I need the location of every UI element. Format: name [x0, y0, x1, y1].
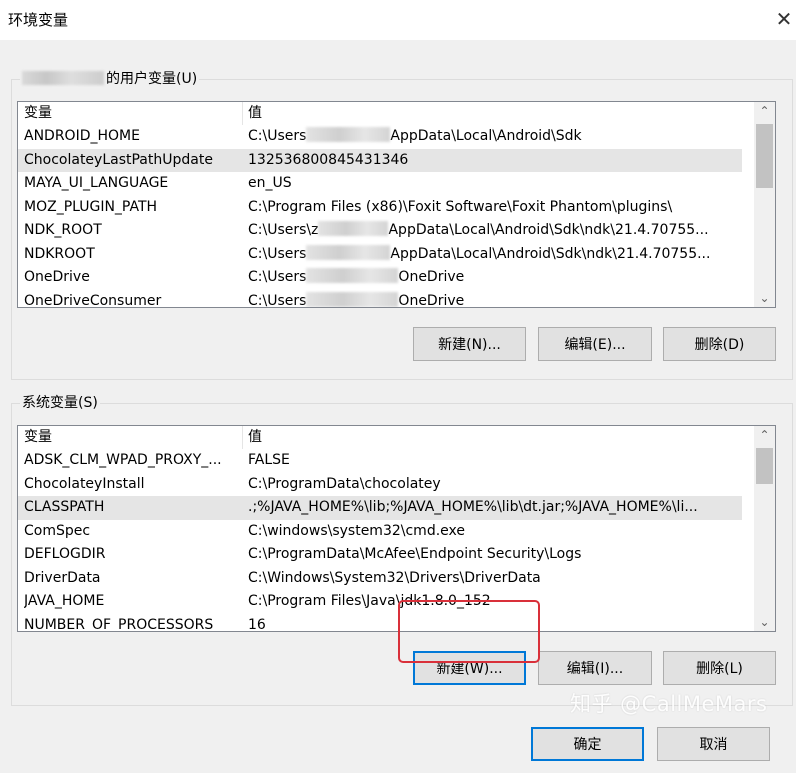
ok-button[interactable]: 确定 [531, 727, 644, 761]
var-name: CLASSPATH [24, 499, 105, 515]
list-header: 变量 值 [18, 426, 742, 449]
table-row[interactable]: MAYA_UI_LANGUAGE en_US [18, 172, 742, 196]
var-value: C:\ProgramData\chocolatey [248, 475, 441, 492]
table-row[interactable]: DEFLOGDIR C:\ProgramData\McAfee\Endpoint… [18, 543, 742, 567]
table-row[interactable]: OneDriveConsumer C:\Users OneDrive [18, 290, 742, 308]
var-value: C:\ProgramData\McAfee\Endpoint Security\… [248, 546, 582, 562]
var-name: NDK_ROOT [24, 222, 102, 238]
user-variables-label: 的用户变量(U) [20, 69, 200, 89]
redacted-text [318, 221, 389, 236]
table-row[interactable]: DriverData C:\Windows\System32\Drivers\D… [18, 567, 742, 591]
var-name: MAYA_UI_LANGUAGE [24, 175, 169, 191]
var-value: 132536800845431346 [248, 151, 409, 168]
var-name: ANDROID_HOME [24, 128, 140, 144]
var-value: C:\Windows\System32\Drivers\DriverData [248, 569, 541, 586]
table-row[interactable]: ChocolateyInstall C:\ProgramData\chocola… [18, 473, 742, 497]
window-title: 环境变量 [8, 11, 69, 29]
var-name: DEFLOGDIR [24, 546, 106, 562]
redacted-text [306, 268, 399, 283]
scroll-up-icon[interactable]: ⌃ [754, 426, 775, 444]
var-value: C:\Users\z AppData\Local\Android\Sdk\ndk\… [248, 221, 709, 238]
table-row[interactable]: ComSpec C:\windows\system32\cmd.exe [18, 520, 742, 544]
system-new-button[interactable]: 新建(W)... [413, 651, 526, 685]
var-name: ADSK_CLM_WPAD_PROXY_... [24, 452, 222, 468]
user-new-button[interactable]: 新建(N)... [413, 327, 526, 361]
system-variables-label: 系统变量(S) [20, 393, 100, 413]
var-value: FALSE [248, 452, 290, 468]
scroll-up-icon[interactable]: ⌃ [754, 102, 775, 120]
user-list-scrollbar[interactable]: ⌃ ⌄ [754, 102, 775, 307]
scroll-thumb[interactable] [756, 448, 773, 484]
var-name: NDKROOT [24, 245, 95, 262]
var-value: C:\Users OneDrive [248, 291, 465, 307]
var-value: C:\windows\system32\cmd.exe [248, 522, 465, 539]
redacted-username [22, 71, 104, 85]
column-header-name[interactable]: 变量 [24, 102, 239, 125]
user-variables-list[interactable]: 变量 值 ANDROID_HOME C:\Users AppData\Local\… [17, 101, 776, 308]
var-name: ChocolateyInstall [24, 475, 145, 492]
scroll-down-icon[interactable]: ⌄ [754, 613, 775, 631]
table-row[interactable]: JAVA_HOME C:\Program Files\Java\jdk1.8.0… [18, 590, 742, 614]
table-row[interactable]: NUMBER_OF_PROCESSORS 16 [18, 614, 742, 632]
column-header-value[interactable]: 值 [248, 426, 740, 449]
var-value: 16 [248, 616, 266, 632]
table-row-selected[interactable]: CLASSPATH .;%JAVA_HOME%\lib;%JAVA_HOME%\… [18, 496, 742, 520]
var-name: MOZ_PLUGIN_PATH [24, 198, 158, 215]
scroll-down-icon[interactable]: ⌄ [754, 289, 775, 307]
var-value: C:\Program Files\Java\jdk1.8.0_152 [248, 593, 491, 609]
redacted-text [306, 244, 391, 260]
user-edit-button[interactable]: 编辑(E)... [538, 327, 652, 361]
var-name: OneDriveConsumer [24, 292, 162, 308]
list-header: 变量 值 [18, 102, 742, 125]
column-header-value[interactable]: 值 [248, 102, 740, 125]
column-header-name[interactable]: 变量 [24, 426, 239, 449]
table-row[interactable]: NDKROOT C:\Users AppData\Local\Android\Sd… [18, 243, 742, 267]
cancel-button[interactable]: 取消 [657, 727, 770, 761]
var-value: .;%JAVA_HOME%\lib;%JAVA_HOME%\lib\dt.jar… [248, 499, 698, 515]
user-delete-button[interactable]: 删除(D) [663, 327, 776, 361]
system-delete-button[interactable]: 删除(L) [663, 651, 776, 685]
var-value: C:\Users AppData\Local\Android\Sdk\ndk\21… [248, 244, 711, 262]
system-list-scrollbar[interactable]: ⌃ ⌄ [754, 426, 775, 631]
redacted-text [306, 127, 391, 142]
redacted-text [306, 291, 399, 307]
table-row[interactable]: NDK_ROOT C:\Users\z AppData\Local\Android… [18, 219, 742, 243]
scroll-thumb[interactable] [756, 124, 773, 188]
table-row-selected[interactable]: ChocolateyLastPathUpdate 132536800845431… [18, 148, 742, 172]
table-row[interactable]: ADSK_CLM_WPAD_PROXY_... FALSE [18, 449, 742, 473]
var-name: JAVA_HOME [24, 593, 105, 609]
var-value: C:\Users AppData\Local\Android\Sdk [248, 127, 582, 144]
title-bar: 环境变量 ✕ [0, 0, 796, 40]
var-name: NUMBER_OF_PROCESSORS [24, 616, 214, 632]
var-name: OneDrive [24, 269, 90, 285]
system-edit-button[interactable]: 编辑(I)... [538, 651, 652, 685]
var-value: C:\Program Files (x86)\Foxit Software\Fo… [248, 198, 673, 215]
close-icon[interactable]: ✕ [772, 7, 796, 31]
var-name: ComSpec [24, 522, 91, 539]
table-row[interactable]: OneDrive C:\Users OneDrive [18, 266, 742, 290]
table-row[interactable]: MOZ_PLUGIN_PATH C:\Program Files (x86)\F… [18, 196, 742, 220]
table-row[interactable]: ANDROID_HOME C:\Users AppData\Local\Andro… [18, 125, 742, 149]
system-variables-list[interactable]: 变量 值 ADSK_CLM_WPAD_PROXY_... FALSE Choco… [17, 425, 776, 632]
var-value: C:\Users OneDrive [248, 268, 465, 285]
var-name: ChocolateyLastPathUpdate [24, 151, 213, 168]
var-name: DriverData [24, 569, 101, 586]
var-value: en_US [248, 175, 292, 191]
